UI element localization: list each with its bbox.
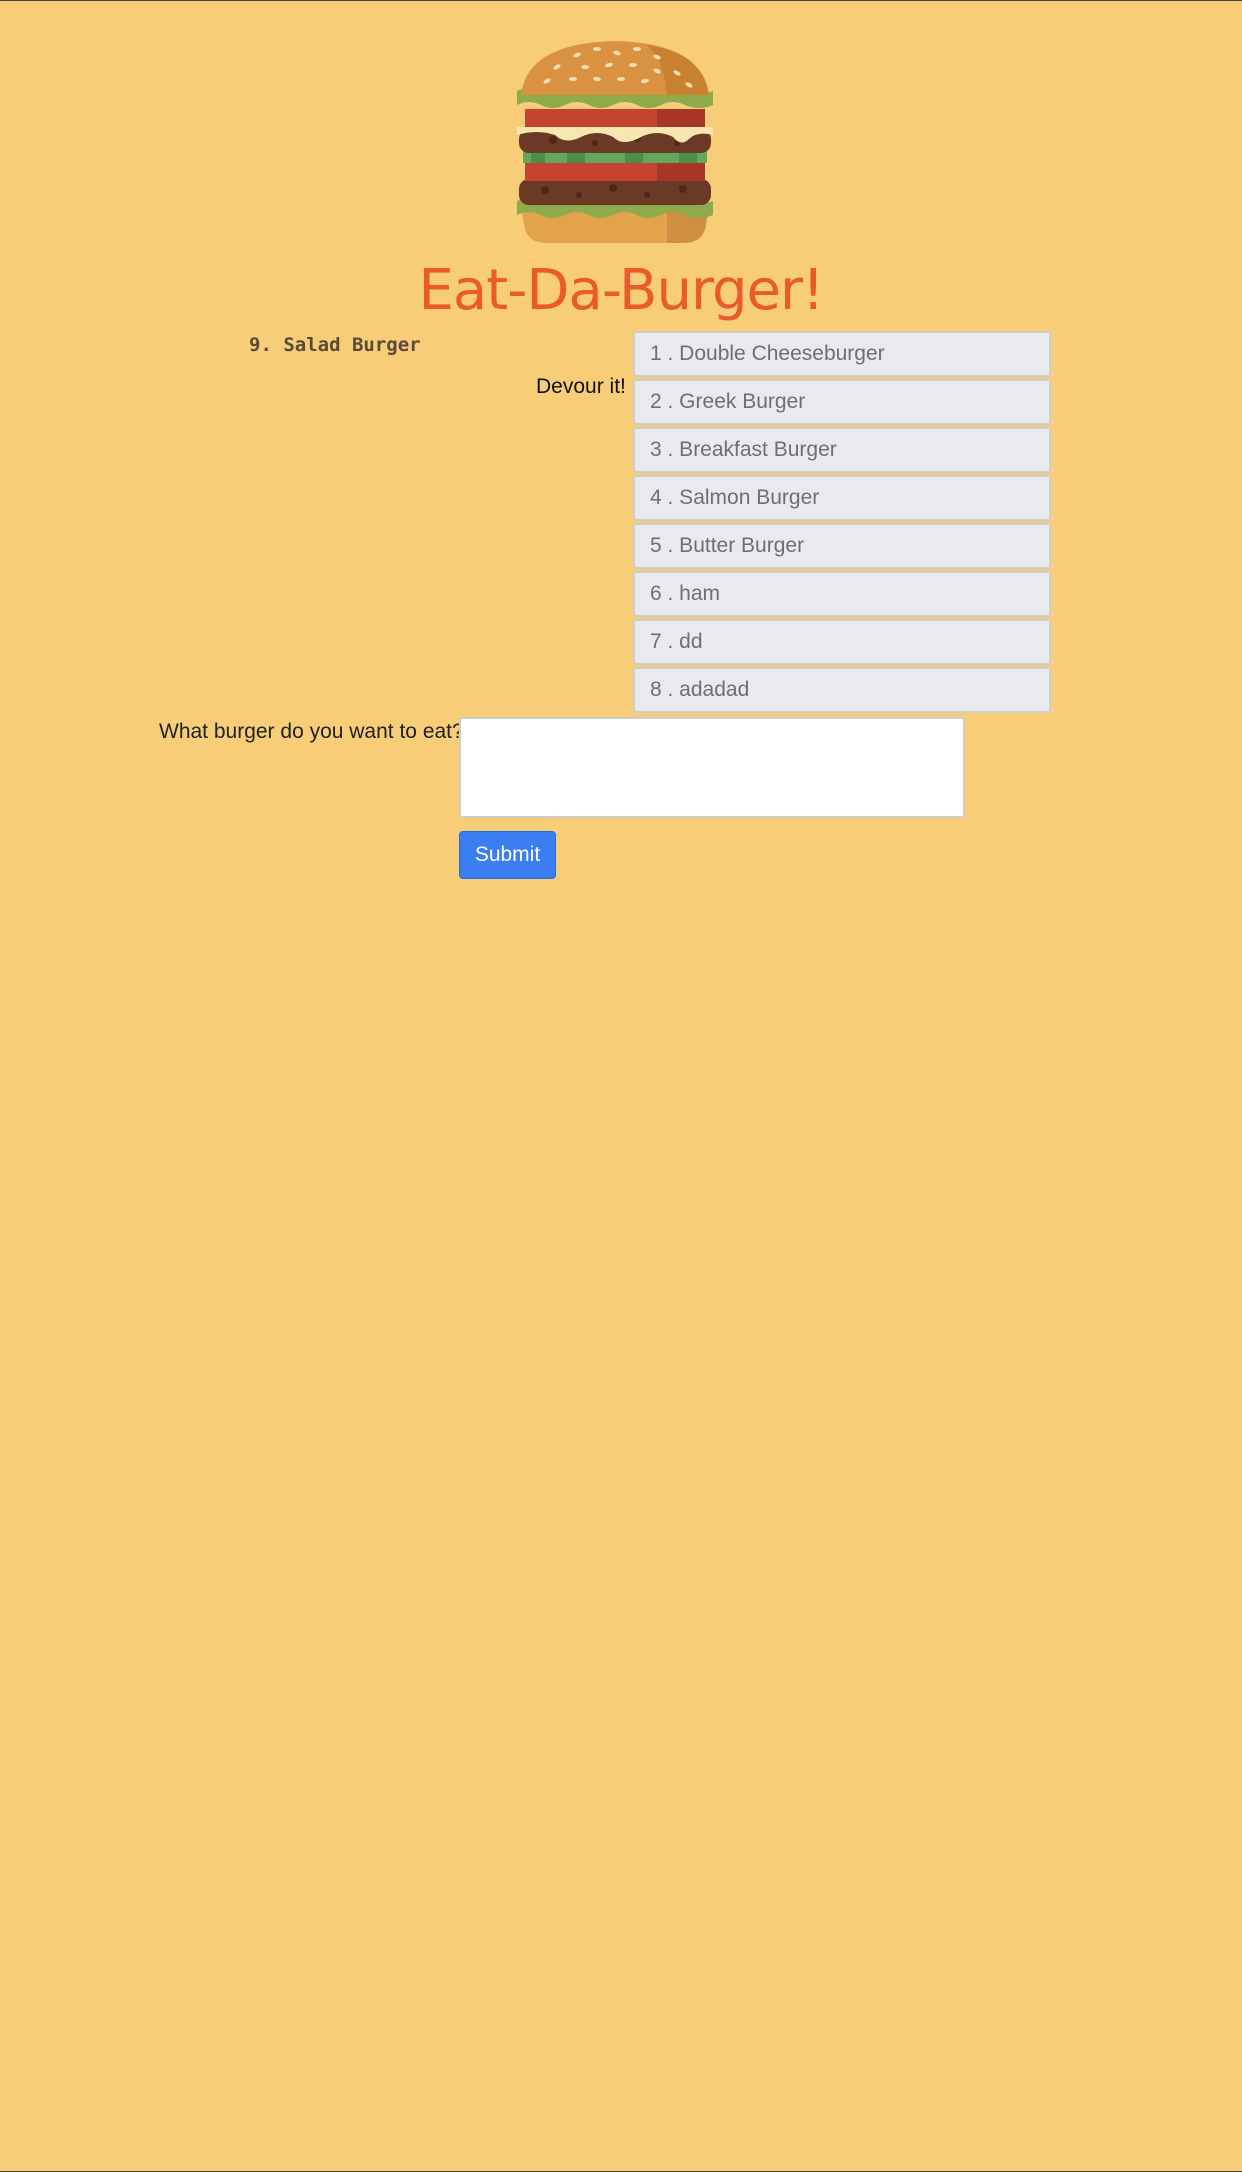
devour-label: Devour it! bbox=[536, 375, 626, 398]
burger-devour-button[interactable]: 1 . Double Cheeseburger bbox=[633, 331, 1051, 377]
burger-devour-button[interactable]: 7 . dd bbox=[633, 619, 1051, 665]
page-title: Eat-Da-Burger! bbox=[418, 258, 825, 323]
burger-list: 1 . Double Cheeseburger 2 . Greek Burger… bbox=[633, 331, 1051, 715]
burger-devour-button[interactable]: 6 . ham bbox=[633, 571, 1051, 617]
burger-devour-button[interactable]: 5 . Butter Burger bbox=[633, 523, 1051, 569]
devoured-burger-item: 9. Salad Burger bbox=[249, 334, 421, 356]
burger-devour-button[interactable]: 4 . Salmon Burger bbox=[633, 475, 1051, 521]
burger-name-input[interactable] bbox=[459, 717, 965, 818]
burger-devour-button[interactable]: 8 . adadad bbox=[633, 667, 1051, 713]
submit-button[interactable]: Submit bbox=[459, 831, 556, 879]
burger-name-label: What burger do you want to eat? bbox=[159, 720, 464, 743]
burger-devour-button[interactable]: 2 . Greek Burger bbox=[633, 379, 1051, 425]
burger-icon bbox=[517, 41, 713, 243]
burger-devour-button[interactable]: 3 . Breakfast Burger bbox=[633, 427, 1051, 473]
